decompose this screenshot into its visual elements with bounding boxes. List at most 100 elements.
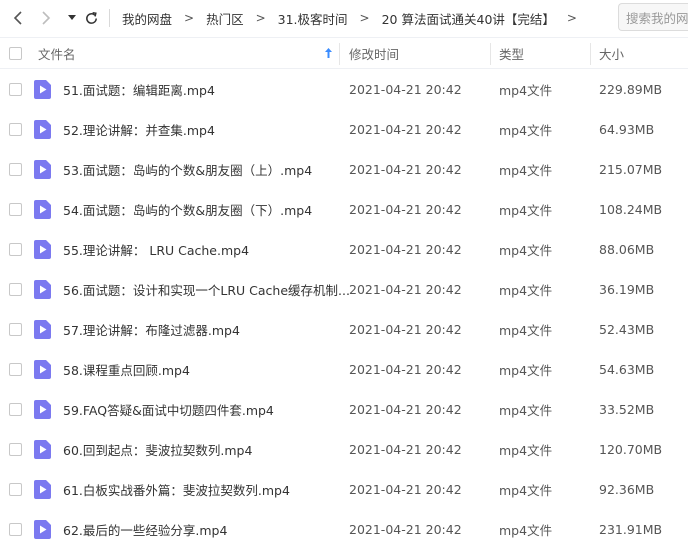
file-name: 62.最后的一些经验分享.mp4 [63,522,228,538]
file-size: 108.24MB [599,201,663,217]
file-row[interactable]: 56.面试题：设计和实现一个LRU Cache缓存机制... 2021-04-2… [0,269,688,309]
column-header-modified[interactable]: 修改时间 [349,38,399,69]
file-size: 52.43MB [599,321,655,337]
chevron-left-icon [13,11,22,25]
file-size: 64.93MB [599,121,655,137]
file-modified: 2021-04-21 20:42 [349,281,462,297]
column-divider [490,43,491,65]
video-file-icon [34,280,51,299]
row-checkbox[interactable] [9,363,22,376]
file-name: 59.FAQ答疑&面试中切题四件套.mp4 [63,402,274,418]
file-name: 60.回到起点：斐波拉契数列.mp4 [63,442,253,458]
toolbar-divider [109,9,110,27]
breadcrumb-item[interactable]: 我的网盘 [122,9,172,28]
file-modified: 2021-04-21 20:42 [349,521,462,537]
file-row[interactable]: 51.面试题：编辑距离.mp4 2021-04-21 20:42 mp4文件 2… [0,69,688,109]
video-file-icon [34,520,51,539]
row-checkbox[interactable] [9,163,22,176]
file-size: 33.52MB [599,401,655,417]
file-row[interactable]: 52.理论讲解：并查集.mp4 2021-04-21 20:42 mp4文件 6… [0,109,688,149]
column-header-type[interactable]: 类型 [499,38,524,69]
breadcrumb-item[interactable]: 20 算法面试通关40讲【完结】 [382,9,555,28]
breadcrumb: 我的网盘 > 热门区 > 31.极客时间 > 20 算法面试通关40讲【完结】 … [122,0,589,36]
video-file-icon [34,240,51,259]
file-modified: 2021-04-21 20:42 [349,481,462,497]
file-name: 53.面试题：岛屿的个数&朋友圈（上）.mp4 [63,162,313,178]
file-modified: 2021-04-21 20:42 [349,241,462,257]
file-type: mp4文件 [499,82,553,98]
file-type: mp4文件 [499,322,553,338]
file-row[interactable]: 59.FAQ答疑&面试中切题四件套.mp4 2021-04-21 20:42 m… [0,389,688,429]
history-dropdown-button[interactable] [62,8,82,28]
caret-down-icon [68,15,76,20]
file-modified: 2021-04-21 20:42 [349,441,462,457]
file-row[interactable]: 54.面试题：岛屿的个数&朋友圈（下）.mp4 2021-04-21 20:42… [0,189,688,229]
row-checkbox[interactable] [9,123,22,136]
sort-ascending-icon[interactable] [324,47,333,59]
refresh-button[interactable] [81,8,101,28]
file-type: mp4文件 [499,242,553,258]
video-file-icon [34,120,51,139]
file-size: 120.70MB [599,441,663,457]
file-size: 88.06MB [599,241,655,257]
breadcrumb-item[interactable]: 热门区 [206,9,244,28]
row-checkbox[interactable] [9,483,22,496]
file-type: mp4文件 [499,202,553,218]
column-header-row: 文件名 修改时间 类型 大小 [0,37,688,69]
file-type: mp4文件 [499,282,553,298]
file-row[interactable]: 57.理论讲解：布隆过滤器.mp4 2021-04-21 20:42 mp4文件… [0,309,688,349]
file-type: mp4文件 [499,482,553,498]
file-modified: 2021-04-21 20:42 [349,161,462,177]
file-row[interactable]: 62.最后的一些经验分享.mp4 2021-04-21 20:42 mp4文件 … [0,509,688,549]
column-header-name[interactable]: 文件名 [38,38,76,69]
row-checkbox[interactable] [9,203,22,216]
row-checkbox[interactable] [9,323,22,336]
select-all-checkbox[interactable] [9,47,22,60]
file-name: 56.面试题：设计和实现一个LRU Cache缓存机制... [63,282,350,298]
column-divider [339,43,340,65]
file-type: mp4文件 [499,362,553,378]
row-checkbox[interactable] [9,403,22,416]
row-checkbox[interactable] [9,83,22,96]
file-name: 52.理论讲解：并查集.mp4 [63,122,215,138]
file-type: mp4文件 [499,402,553,418]
file-modified: 2021-04-21 20:42 [349,201,462,217]
file-type: mp4文件 [499,442,553,458]
file-row[interactable]: 53.面试题：岛屿的个数&朋友圈（上）.mp4 2021-04-21 20:42… [0,149,688,189]
file-size: 36.19MB [599,281,655,297]
search-input[interactable]: 搜索我的网盘 [618,3,688,31]
file-size: 54.63MB [599,361,655,377]
file-size: 92.36MB [599,481,655,497]
breadcrumb-separator: > [566,11,577,25]
file-type: mp4文件 [499,162,553,178]
file-name: 54.面试题：岛屿的个数&朋友圈（下）.mp4 [63,202,313,218]
video-file-icon [34,360,51,379]
file-name: 55.理论讲解： LRU Cache.mp4 [63,242,250,258]
back-button[interactable] [8,8,28,28]
row-checkbox[interactable] [9,283,22,296]
forward-button[interactable] [36,8,56,28]
file-size: 215.07MB [599,161,663,177]
file-row[interactable]: 55.理论讲解： LRU Cache.mp4 2021-04-21 20:42 … [0,229,688,269]
breadcrumb-separator: > [359,11,370,25]
breadcrumb-item[interactable]: 31.极客时间 [278,9,348,28]
file-modified: 2021-04-21 20:42 [349,361,462,377]
toolbar: 我的网盘 > 热门区 > 31.极客时间 > 20 算法面试通关40讲【完结】 … [0,0,688,36]
file-modified: 2021-04-21 20:42 [349,321,462,337]
file-name: 51.面试题：编辑距离.mp4 [63,82,215,98]
column-header-size[interactable]: 大小 [599,38,624,69]
video-file-icon [34,160,51,179]
row-checkbox[interactable] [9,523,22,536]
file-row[interactable]: 58.课程重点回顾.mp4 2021-04-21 20:42 mp4文件 54.… [0,349,688,389]
file-type: mp4文件 [499,522,553,538]
file-size: 229.89MB [599,81,663,97]
video-file-icon [34,80,51,99]
refresh-icon [85,11,97,24]
file-name: 61.白板实战番外篇：斐波拉契数列.mp4 [63,482,290,498]
row-checkbox[interactable] [9,243,22,256]
file-name: 57.理论讲解：布隆过滤器.mp4 [63,322,240,338]
row-checkbox[interactable] [9,443,22,456]
file-row[interactable]: 60.回到起点：斐波拉契数列.mp4 2021-04-21 20:42 mp4文… [0,429,688,469]
chevron-right-icon [42,11,51,25]
file-row[interactable]: 61.白板实战番外篇：斐波拉契数列.mp4 2021-04-21 20:42 m… [0,469,688,509]
